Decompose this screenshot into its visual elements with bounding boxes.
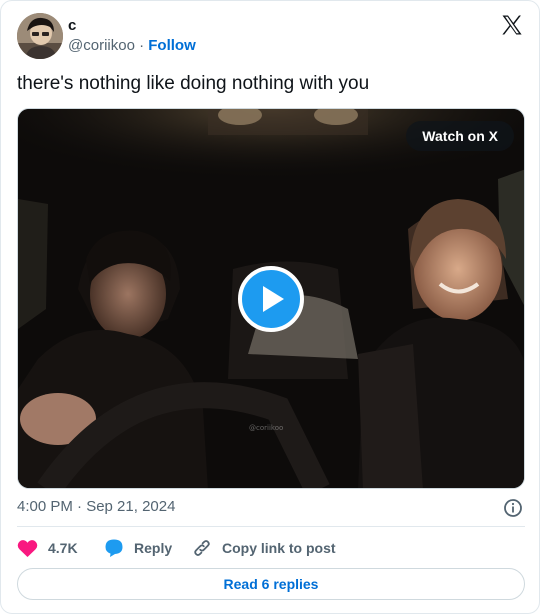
avatar[interactable] xyxy=(17,13,63,59)
embedded-post-card: c @coriikoo · Follow there's nothing lik… xyxy=(0,0,540,614)
heart-icon xyxy=(17,539,38,557)
author-handle[interactable]: @coriikoo xyxy=(68,37,135,54)
follow-button[interactable]: Follow xyxy=(148,37,196,54)
read-replies-button[interactable]: Read 6 replies xyxy=(17,568,525,600)
post-timestamp[interactable]: 4:00 PM · Sep 21, 2024 xyxy=(17,498,175,516)
post-text: there's nothing like doing nothing with … xyxy=(17,73,370,94)
video-media[interactable]: Watch on X @coriikoo xyxy=(17,108,525,489)
author-handle-row: @coriikoo · Follow xyxy=(68,37,196,55)
reply-button[interactable]: Reply xyxy=(104,536,172,560)
divider xyxy=(17,526,525,527)
like-button[interactable]: 4.7K xyxy=(17,536,78,560)
like-count: 4.7K xyxy=(48,540,78,556)
author-display-name[interactable]: c xyxy=(68,17,76,35)
play-icon xyxy=(263,286,284,312)
avatar-image xyxy=(17,13,63,59)
reply-label: Reply xyxy=(134,540,173,556)
watch-on-x-button[interactable]: Watch on X xyxy=(406,121,514,151)
video-watermark: @coriikoo xyxy=(249,424,284,432)
info-icon[interactable] xyxy=(503,498,523,518)
play-button[interactable] xyxy=(238,266,304,332)
link-icon xyxy=(194,540,210,556)
copy-link-label: Copy link to post xyxy=(222,540,336,556)
copy-link-button[interactable]: Copy link to post xyxy=(192,536,336,560)
x-logo-icon[interactable] xyxy=(500,13,524,37)
action-bar: 4.7K Reply Copy link to post xyxy=(17,536,525,560)
reply-bubble-icon xyxy=(105,539,123,557)
handle-separator: · xyxy=(139,37,145,54)
